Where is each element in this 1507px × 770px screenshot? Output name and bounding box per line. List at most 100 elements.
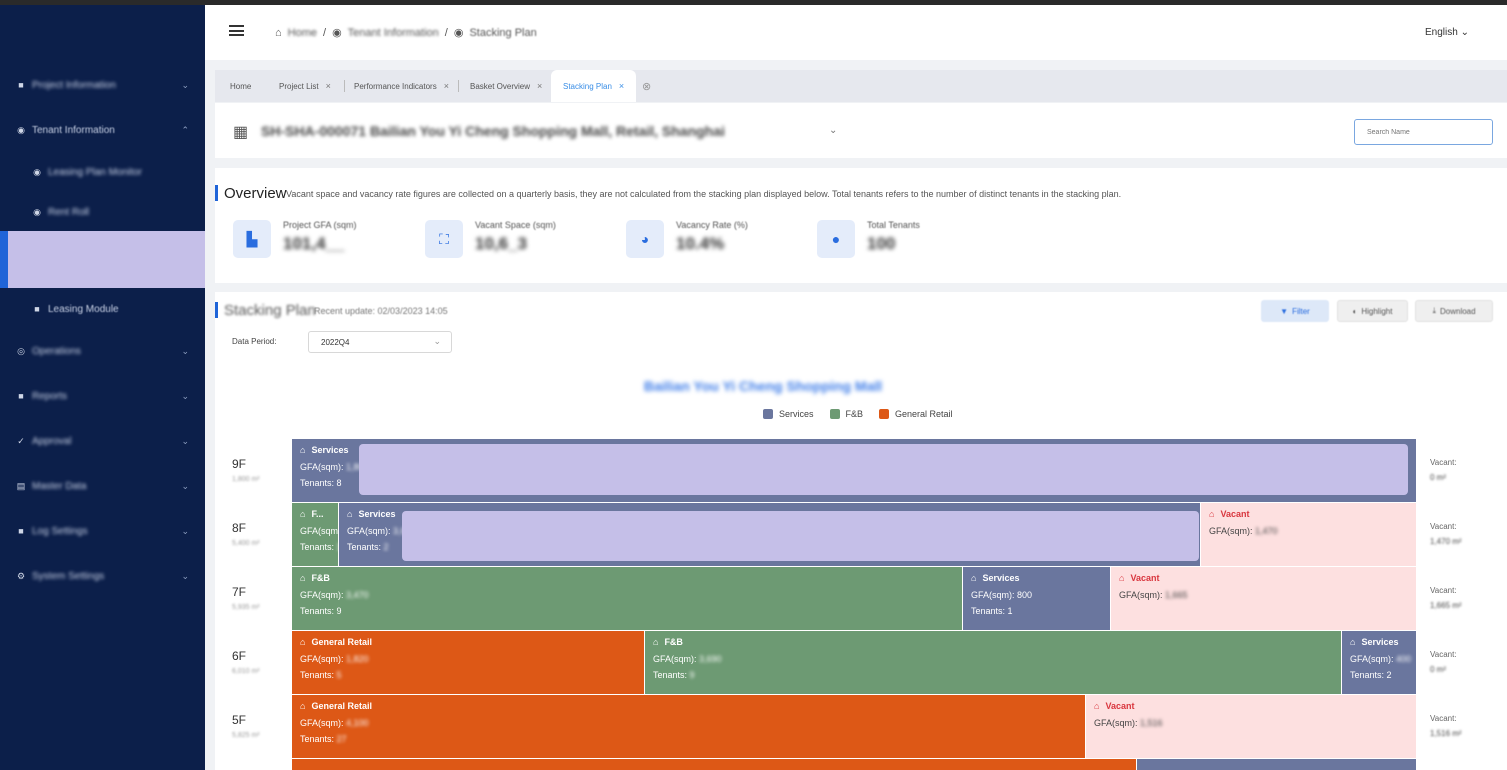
gfa-label: GFA(sqm):	[300, 526, 339, 536]
block-tenants: Tenants: 1	[971, 606, 1013, 616]
home-outline-icon: ⌂	[300, 445, 306, 455]
menu-toggle-icon[interactable]	[229, 25, 244, 36]
tenants-label: Tenants:	[300, 542, 335, 552]
floor-5f-vacant-block[interactable]: ⌂ Vacant GFA(sqm): 1,516	[1086, 695, 1417, 758]
stat-value: 10,6_3	[475, 234, 527, 253]
chart-legend: Services F&B General Retail	[763, 409, 953, 419]
highlight-button[interactable]: ◐ Highlight	[1337, 300, 1408, 322]
floor-7f-vacant: Vacant: 1,665 m²	[1430, 586, 1462, 610]
home-outline-icon: ⌂	[1350, 637, 1356, 647]
sidebar-item-label: Tenant Information	[32, 124, 115, 136]
floor-label: 9F	[232, 457, 247, 471]
tenants-label: Tenants:	[347, 542, 382, 552]
sidebar-item-master-data[interactable]: ▤ Master Data ⌄	[0, 466, 205, 506]
data-period-select[interactable]: 2022Q4 ⌄	[308, 331, 452, 353]
legend-item-fnb[interactable]: F&B	[829, 409, 863, 419]
floor-7f-vacant-block[interactable]: ⌂ Vacant GFA(sqm): 1,665	[1111, 567, 1417, 630]
sidebar-item-tenant-information[interactable]: ◉ Tenant Information ⌃	[0, 110, 205, 150]
tenants-value: 5	[336, 670, 342, 680]
language-select[interactable]: English ⌄	[1425, 27, 1469, 38]
project-bar: ▦ SH-SHA-000071 Bailian You Yi Cheng Sho…	[215, 103, 1507, 158]
project-name[interactable]: SH-SHA-000071 Bailian You Yi Cheng Shopp…	[261, 123, 725, 139]
tab-home[interactable]: Home	[230, 70, 251, 102]
floor-7f-fnb-block[interactable]: ⌂ F&B GFA(sqm): 3,470 Tenants: 9	[292, 567, 963, 630]
filter-button[interactable]: ▼ Filter	[1261, 300, 1329, 322]
floor-8f-fnb-block[interactable]: ⌂ F... GFA(sqm): 250 Tenants: 1	[292, 503, 339, 566]
breadcrumb: ⌂ Home / ◉ Tenant Information / ◉ Stacki…	[275, 26, 537, 40]
floor-area: 6,010 m²	[232, 668, 260, 675]
sidebar-item-leasing-module[interactable]: ■ Leasing Module	[0, 289, 205, 329]
floor-6f-general-retail-block[interactable]: ⌂ General Retail GFA(sqm): 1,820 Tenants:…	[292, 631, 645, 694]
tab-performance-indicators[interactable]: Performance Indicators ×	[354, 70, 449, 102]
tab-label: Project List	[279, 81, 319, 91]
download-icon: ⤓	[1432, 306, 1436, 315]
block-name-text: Services	[982, 573, 1020, 583]
legend-item-services[interactable]: Services	[763, 409, 814, 419]
floor-9f-services-block[interactable]: ⌂ Services GFA(sqm): 1,800 Tenants: 8	[292, 439, 1417, 502]
gfa-label: GFA(sqm):	[971, 590, 1015, 600]
chevron-down-icon[interactable]: ⌄	[829, 125, 837, 136]
chevron-down-icon: ⌄	[1460, 27, 1469, 38]
tenants-value: 27	[336, 734, 347, 744]
block-name-text: Vacant	[1130, 573, 1160, 583]
search-input[interactable]	[1354, 119, 1493, 145]
sidebar-item-rent-roll[interactable]: ◉ Rent Roll	[0, 192, 205, 232]
tenants-label: Tenants:	[1350, 670, 1385, 680]
gfa-value: 3,690	[699, 654, 722, 664]
block-name: ⌂ Services	[300, 445, 348, 455]
vacant-value: 0 m²	[1430, 473, 1446, 482]
home-outline-icon: ⌂	[1094, 701, 1100, 711]
sidebar-item-project-information[interactable]: ■ Project Information ⌄	[0, 65, 205, 105]
sidebar-item-label: Master Data	[32, 480, 87, 492]
sidebar-item-label: System Settings	[32, 570, 105, 582]
sidebar-item-log-settings[interactable]: ■ Log Settings ⌄	[0, 511, 205, 551]
floor-7f-services-block[interactable]: ⌂ Services GFA(sqm): 800 Tenants: 1	[963, 567, 1111, 630]
download-button[interactable]: ⤓ Download	[1415, 300, 1493, 322]
sidebar-item-reports[interactable]: ■ Reports ⌄	[0, 376, 205, 416]
block-gfa: GFA(sqm): 250	[300, 526, 339, 536]
home-outline-icon: ⌂	[971, 573, 977, 583]
floor-area: 1,800 m²	[232, 476, 260, 483]
sidebar-item-operations[interactable]: ◎ Operations ⌄	[0, 331, 205, 371]
filter-icon: ▼	[1280, 306, 1289, 316]
sidebar: ■ Project Information ⌄ ◉ Tenant Informa…	[0, 5, 205, 770]
block-gfa: GFA(sqm): 3,690	[653, 654, 722, 664]
tenants-label: Tenants:	[300, 478, 335, 488]
section-accent	[215, 302, 218, 318]
building-icon: ▦	[233, 124, 249, 141]
close-icon[interactable]: ×	[444, 81, 449, 91]
floor-4f-services-block[interactable]	[1137, 759, 1417, 770]
tab-basket-overview[interactable]: Basket Overview ×	[470, 70, 542, 102]
close-icon[interactable]: ×	[326, 81, 331, 91]
block-tenants: Tenants: 8	[300, 478, 342, 488]
chevron-down-icon: ⌄	[181, 435, 189, 446]
close-icon[interactable]: ×	[537, 81, 542, 91]
legend-swatch	[829, 409, 840, 419]
breadcrumb-home[interactable]: Home	[288, 27, 317, 39]
sidebar-item-stacking-plan-active[interactable]	[0, 231, 205, 288]
tab-project-list[interactable]: Project List ×	[279, 70, 331, 102]
legend-item-general-retail[interactable]: General Retail	[879, 409, 953, 419]
home-outline-icon: ⌂	[300, 509, 306, 519]
overview-card: Overview Vacant space and vacancy rate f…	[215, 168, 1507, 283]
close-all-tabs-icon[interactable]: ⊗	[642, 70, 651, 102]
floor-8f-vacant-block[interactable]: ⌂ Vacant GFA(sqm): 1,470	[1201, 503, 1417, 566]
sidebar-item-leasing-plan-monitor[interactable]: ◉ Leasing Plan Monitor	[0, 152, 205, 192]
tab-stacking-plan[interactable]: Stacking Plan ×	[551, 70, 637, 102]
floor-6f-services-block[interactable]: ⌂ Services GFA(sqm): 400 Tenants: 2	[1342, 631, 1417, 694]
vacant-label: Vacant:	[1430, 522, 1457, 531]
close-icon[interactable]: ×	[619, 81, 624, 91]
floor-4f-general-retail-block[interactable]	[292, 759, 1137, 770]
chevron-down-icon: ⌄	[433, 336, 441, 346]
floor-6f-fnb-block[interactable]: ⌂ F&B GFA(sqm): 3,690 Tenants: 9	[645, 631, 1342, 694]
block-tenants: Tenants: 27	[300, 734, 347, 744]
floor-5f-general-retail-block[interactable]: ⌂ General Retail GFA(sqm): 4,100 Tenants:…	[292, 695, 1086, 758]
sidebar-item-label: Rent Roll	[48, 206, 90, 218]
block-name-text: Services	[311, 445, 349, 455]
breadcrumb-tenant-information[interactable]: Tenant Information	[348, 27, 439, 39]
chevron-down-icon: ⌄	[181, 79, 189, 90]
sidebar-item-system-settings[interactable]: ⚙ System Settings ⌄	[0, 556, 205, 596]
sidebar-item-approval[interactable]: ✓ Approval ⌄	[0, 421, 205, 461]
floor-6f-vacant: Vacant: 0 m²	[1430, 650, 1457, 674]
floor-8f-services-block[interactable]: ⌂Services GFA(sqm): 3,680 Tenants: 2	[339, 503, 1201, 566]
